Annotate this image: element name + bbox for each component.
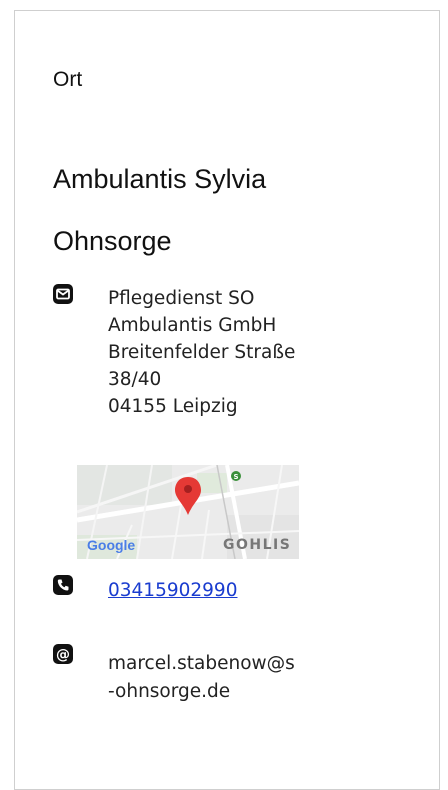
phone-link[interactable]: 03415902990 <box>108 580 237 601</box>
phone-icon <box>53 575 73 595</box>
address-line: 38/40 <box>108 369 162 390</box>
map-district-label: GOHLIS <box>223 537 292 553</box>
at-sign-icon: @ <box>53 644 73 664</box>
title-line-2: Ohnsorge <box>53 226 172 256</box>
page-title: Ambulantis Sylvia Ohnsorge <box>53 148 383 272</box>
svg-text:@: @ <box>56 647 70 663</box>
address-line: 04155 Leipzig <box>108 396 238 417</box>
map-thumbnail[interactable]: S Google GOHLIS <box>77 465 299 559</box>
postal-address: Pflegedienst SO Ambulantis GmbH Breitenf… <box>108 285 295 420</box>
google-logo: Google <box>87 537 136 553</box>
email-line-2: -ohnsorge.de <box>108 681 231 702</box>
email-line-1: marcel.stabenow@s <box>108 653 295 674</box>
address-line: Pflegedienst SO <box>108 288 255 309</box>
svg-text:S: S <box>233 473 238 481</box>
address-line: Ambulantis GmbH <box>108 315 277 336</box>
envelope-icon <box>53 284 73 304</box>
title-line-1: Ambulantis Sylvia <box>53 164 267 194</box>
address-line: Breitenfelder Straße <box>108 342 296 363</box>
section-label: Ort <box>53 68 83 91</box>
email-address[interactable]: marcel.stabenow@s -ohnsorge.de <box>108 650 295 706</box>
